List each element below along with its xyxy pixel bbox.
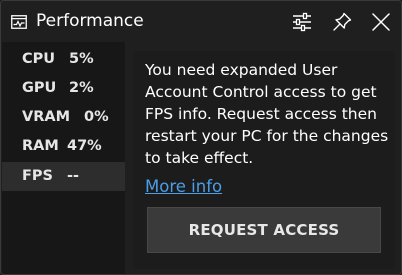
metric-vram[interactable]: VRAM 0% [2,103,125,132]
metric-value: 5% [69,51,94,67]
fps-access-panel: You need expanded User Account Control a… [133,51,395,269]
metric-value: 2% [69,80,94,96]
metric-value: 47% [67,138,102,154]
metric-label: FPS [22,168,53,184]
metric-label: VRAM [22,109,71,125]
metric-label: GPU [22,80,57,96]
window-title: Performance [36,11,144,31]
metric-label: CPU [22,51,56,67]
title-bar[interactable]: Performance [1,1,401,41]
metric-gpu[interactable]: GPU 2% [2,74,125,103]
settings-sliders-icon[interactable] [291,11,313,33]
metric-cpu[interactable]: CPU 5% [2,45,125,74]
metric-ram[interactable]: RAM 47% [2,132,125,161]
metric-value: -- [67,168,80,184]
more-info-link[interactable]: More info [145,177,222,196]
metric-label: RAM [22,138,59,154]
access-message: You need expanded User Account Control a… [145,61,389,167]
request-access-button[interactable]: REQUEST ACCESS [147,207,381,253]
performance-window: Performance CPU 5% GPU 2% VRAM 0% RAM 47… [0,0,402,275]
metric-value: 0% [84,109,109,125]
performance-monitor-icon [11,14,27,29]
metrics-sidebar: CPU 5% GPU 2% VRAM 0% RAM 47% FPS -- [2,42,125,274]
close-icon[interactable] [370,11,392,33]
metric-fps[interactable]: FPS -- [2,162,125,191]
pin-icon[interactable] [331,11,353,33]
